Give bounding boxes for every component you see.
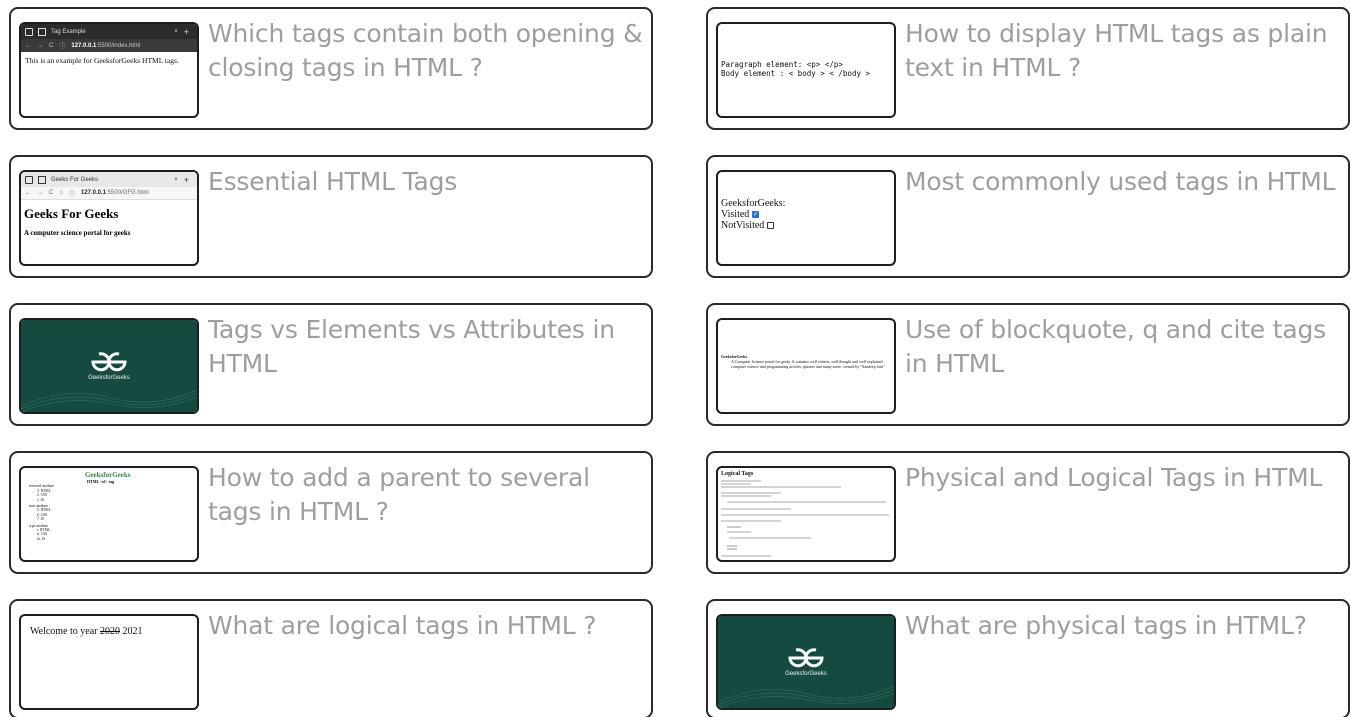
demo-blockquote: A Computer Science portal for geeks. It … <box>731 359 885 369</box>
article-title[interactable]: How to display HTML tags as plain text i… <box>905 17 1340 85</box>
article-card[interactable]: Tag Example × + ← → C ⓘ 127.0.0.1:5500/i… <box>9 7 653 130</box>
code-output: Paragraph element: <p> </p> Body element… <box>718 24 894 78</box>
article-grid: Tag Example × + ← → C ⓘ 127.0.0.1:5500/i… <box>9 7 1350 717</box>
tab-page-icon <box>38 27 46 36</box>
article-card[interactable]: GeeksforGeeks HTML <ol> tag reversed att… <box>9 451 653 574</box>
page-text-lines <box>721 480 889 557</box>
demo-option-row: Visited <box>721 209 894 220</box>
forward-arrow-icon: → <box>37 190 43 196</box>
wave-decoration <box>718 685 894 708</box>
back-arrow-icon: ← <box>25 42 31 49</box>
article-card[interactable]: GeeksforGeeks What are physical tags in … <box>706 599 1350 717</box>
demo-option-row: NotVisited <box>721 220 894 231</box>
article-title[interactable]: Use of blockquote, q and cite tags in HT… <box>905 313 1340 381</box>
plus-icon: + <box>183 26 189 37</box>
ol-group: type attribute i. HTML ii. CSS iii. JS <box>29 524 197 542</box>
browser-address-bar: ← → C ⓘ 127.0.0.1:5500/index.html <box>21 39 197 52</box>
list-item: 7. JS <box>37 517 44 522</box>
article-title[interactable]: Which tags contain both opening & closin… <box>208 17 643 85</box>
article-thumbnail: Geeks For Geeks × + ← → C ⌂ ⓘ 127.0.0.1:… <box>19 170 199 266</box>
browser-tab-bar: Geeks For Geeks × + <box>21 172 197 187</box>
article-title[interactable]: How to add a parent to several tags in H… <box>208 461 643 529</box>
article-thumbnail: GeeksforGeeks <box>716 614 896 710</box>
article-title[interactable]: What are physical tags in HTML? <box>905 609 1340 643</box>
browser-address-bar: ← → C ⌂ ⓘ 127.0.0.1:5500/GFG.html <box>21 187 197 200</box>
list-item: iii. JS <box>37 536 46 541</box>
page-heading: Geeks For Geeks <box>24 206 119 221</box>
article-title[interactable]: Most commonly used tags in HTML <box>905 165 1340 199</box>
article-card[interactable]: GeeksforGeeks: Visited NotVisited Most c… <box>706 155 1350 278</box>
checkbox-empty-icon <box>766 222 774 229</box>
article-thumbnail: Welcome to year 2020 2021 <box>19 614 199 710</box>
option-label: NotVisited <box>721 220 765 231</box>
article-title[interactable]: Tags vs Elements vs Attributes in HTML <box>208 313 643 381</box>
forward-arrow-icon: → <box>37 42 43 49</box>
list-item: 1. JS <box>37 497 44 502</box>
article-thumbnail: GeeksforGeeks: Visited NotVisited <box>716 170 896 266</box>
logical-tags-demo: Logical Tags <box>718 468 894 560</box>
ol-group: reversed attribute 3. HTML 2. CSS 1. JS <box>29 484 197 502</box>
article-card[interactable]: GeeksforGeeks Tags vs Elements vs Attrib… <box>9 303 653 426</box>
tab-page-icon <box>25 175 33 184</box>
tab-title: Tag Example <box>51 28 86 35</box>
demo-heading: GeeksforGeeks: <box>721 198 786 209</box>
article-title[interactable]: Physical and Logical Tags in HTML <box>905 461 1340 495</box>
gfg-banner: GeeksforGeeks <box>21 320 197 412</box>
article-title[interactable]: What are logical tags in HTML ? <box>208 609 643 643</box>
wave-decoration <box>21 389 197 412</box>
plus-icon: + <box>183 174 189 185</box>
code-line: Body element : < body > < /body > <box>721 69 871 78</box>
article-thumbnail: Tag Example × + ← → C ⓘ 127.0.0.1:5500/i… <box>19 22 199 118</box>
article-thumbnail: GeeksforGeeks A Computer Science portal … <box>716 318 896 414</box>
article-thumbnail: GeeksforGeeks HTML <ol> tag reversed att… <box>19 466 199 562</box>
article-thumbnail: Paragraph element: <p> </p> Body element… <box>716 22 896 118</box>
tab-title: Geeks For Geeks <box>51 176 99 183</box>
browser-tab-bar: Tag Example × + <box>21 24 197 39</box>
article-thumbnail: Logical Tags <box>716 466 896 562</box>
page-subheading: A computer science portal for geeks <box>24 229 131 237</box>
article-card[interactable]: Geeks For Geeks × + ← → C ⌂ ⓘ 127.0.0.1:… <box>9 155 653 278</box>
gfg-logo-icon <box>788 648 824 668</box>
option-label: Visited <box>721 209 750 220</box>
code-line: Paragraph element: <p> </p> <box>721 60 843 69</box>
article-card[interactable]: Logical Tags Physical and Logical Tags i… <box>706 451 1350 574</box>
article-card[interactable]: Paragraph element: <p> </p> Body element… <box>706 7 1350 130</box>
gfg-banner: GeeksforGeeks <box>718 616 894 708</box>
article-title[interactable]: Essential HTML Tags <box>208 165 643 199</box>
back-arrow-icon: ← <box>25 190 31 196</box>
info-icon: ⓘ <box>68 191 75 198</box>
tab-page-icon <box>25 27 33 36</box>
checkbox-checked-icon <box>751 209 759 220</box>
article-thumbnail: GeeksforGeeks <box>19 318 199 414</box>
inserted-year: 2021 <box>120 626 143 637</box>
home-icon: ⌂ <box>59 190 63 196</box>
ol-demo: GeeksforGeeks HTML <ol> tag reversed att… <box>21 468 197 541</box>
article-card[interactable]: Welcome to year 2020 2021 What are logic… <box>9 599 653 717</box>
gfg-logo-icon <box>91 352 127 372</box>
url-text: 127.0.0.1:5500/GFG.html <box>80 190 149 196</box>
ol-group: start attribute 5. HTML 6. CSS 7. JS <box>29 504 197 522</box>
blockquote-demo: GeeksforGeeks A Computer Science portal … <box>718 320 894 369</box>
info-icon: ⓘ <box>59 44 66 50</box>
close-icon: × <box>174 28 178 35</box>
tab-page-icon <box>38 175 46 184</box>
checkbox-demo: GeeksforGeeks: Visited NotVisited <box>718 172 894 231</box>
demo-text: Welcome to year <box>30 626 100 637</box>
del-ins-demo: Welcome to year 2020 2021 <box>21 616 197 637</box>
close-icon: × <box>174 176 178 183</box>
demo-heading: Logical Tags <box>721 471 754 477</box>
deleted-year: 2020 <box>100 626 120 637</box>
url-text: 127.0.0.1:5500/index.html <box>71 42 141 49</box>
reload-icon: C <box>49 42 54 49</box>
page-body-text: This is an example for GeeksforGeeks HTM… <box>25 56 179 65</box>
article-card[interactable]: GeeksforGeeks A Computer Science portal … <box>706 303 1350 426</box>
reload-icon: C <box>49 190 54 196</box>
